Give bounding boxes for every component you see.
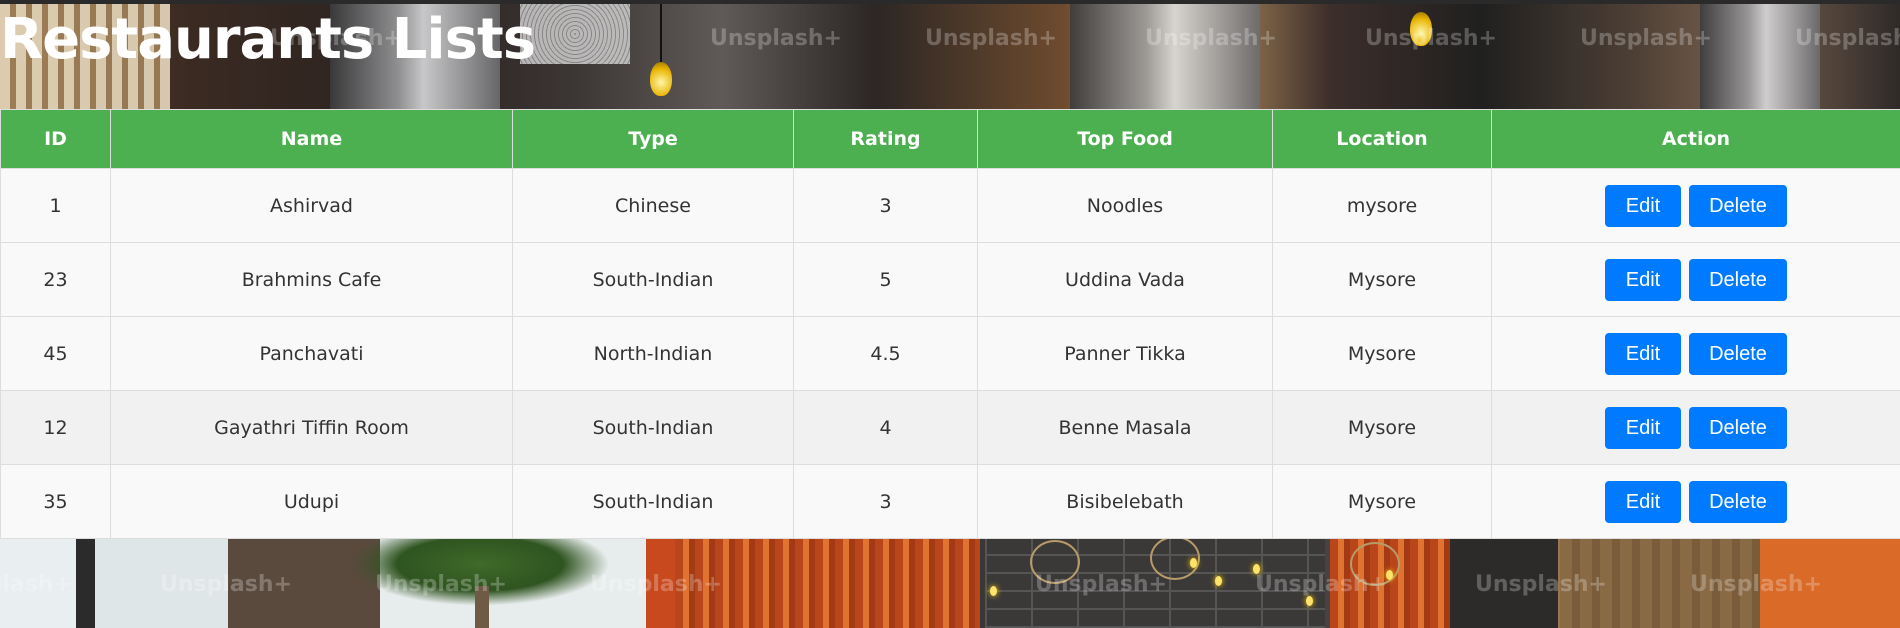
- cell-id: 45: [0, 316, 111, 391]
- table-row: 35 Udupi South-Indian 3 Bisibelebath Mys…: [0, 464, 1900, 539]
- watermark: Unsplash+: [925, 26, 1057, 51]
- column-header-id: ID: [0, 109, 111, 169]
- table-row: 45 Panchavati North-Indian 4.5 Panner Ti…: [0, 316, 1900, 391]
- cell-top-food: Bisibelebath: [977, 464, 1273, 539]
- cell-name: Ashirvad: [110, 168, 513, 243]
- watermark: Unsplash+: [1365, 26, 1497, 51]
- edit-button[interactable]: Edit: [1605, 184, 1681, 227]
- cell-name: Udupi: [110, 464, 513, 539]
- cell-id: 23: [0, 242, 111, 317]
- cell-id: 35: [0, 464, 111, 539]
- cell-rating: 5: [793, 242, 978, 317]
- table-row: 23 Brahmins Cafe South-Indian 5 Uddina V…: [0, 242, 1900, 317]
- cell-type: South-Indian: [512, 464, 794, 539]
- delete-button[interactable]: Delete: [1689, 480, 1787, 523]
- watermark: Unsplash+: [0, 572, 72, 597]
- watermark: Unsplash+: [1580, 26, 1712, 51]
- watermark: Unsplash+: [375, 572, 507, 597]
- table-header: ID Name Type Rating Top Food Location Ac…: [0, 109, 1900, 169]
- cell-top-food: Uddina Vada: [977, 242, 1273, 317]
- cell-type: South-Indian: [512, 242, 794, 317]
- delete-button[interactable]: Delete: [1689, 406, 1787, 449]
- column-header-location: Location: [1272, 109, 1492, 169]
- watermark: Unsplash+: [710, 26, 842, 51]
- cell-rating: 3: [793, 464, 978, 539]
- delete-button[interactable]: Delete: [1689, 184, 1787, 227]
- cell-id: 1: [0, 168, 111, 243]
- watermark: Unsplash+: [1475, 572, 1607, 597]
- watermark: Unsplash+: [1255, 572, 1387, 597]
- cell-type: South-Indian: [512, 390, 794, 465]
- watermark: Unsplash+: [1145, 26, 1277, 51]
- edit-button[interactable]: Edit: [1605, 406, 1681, 449]
- cell-top-food: Panner Tikka: [977, 316, 1273, 391]
- cell-top-food: Noodles: [977, 168, 1273, 243]
- cell-type: North-Indian: [512, 316, 794, 391]
- cell-name: Gayathri Tiffin Room: [110, 390, 513, 465]
- watermark: Unsplash+: [1795, 26, 1900, 51]
- edit-button[interactable]: Edit: [1605, 258, 1681, 301]
- watermark: Unsplash+: [1690, 572, 1822, 597]
- cell-location: Mysore: [1272, 464, 1492, 539]
- cell-location: Mysore: [1272, 390, 1492, 465]
- cell-name: Brahmins Cafe: [110, 242, 513, 317]
- restaurants-table: ID Name Type Rating Top Food Location Ac…: [0, 109, 1900, 539]
- cell-rating: 3: [793, 168, 978, 243]
- cell-action: Edit Delete: [1491, 464, 1900, 539]
- cell-rating: 4: [793, 390, 978, 465]
- edit-button[interactable]: Edit: [1605, 480, 1681, 523]
- cell-id: 12: [0, 390, 111, 465]
- edit-button[interactable]: Edit: [1605, 332, 1681, 375]
- table-body: 1 Ashirvad Chinese 3 Noodles mysore Edit…: [0, 168, 1900, 539]
- cell-type: Chinese: [512, 168, 794, 243]
- delete-button[interactable]: Delete: [1689, 332, 1787, 375]
- restaurants-table-container: ID Name Type Rating Top Food Location Ac…: [0, 109, 1900, 539]
- column-header-action: Action: [1491, 109, 1900, 169]
- cell-action: Edit Delete: [1491, 390, 1900, 465]
- page-title: Restaurants Lists: [0, 7, 536, 72]
- cell-top-food: Benne Masala: [977, 390, 1273, 465]
- table-header-row: ID Name Type Rating Top Food Location Ac…: [0, 109, 1900, 169]
- column-header-rating: Rating: [793, 109, 978, 169]
- delete-button[interactable]: Delete: [1689, 258, 1787, 301]
- watermark: Unsplash+: [590, 572, 722, 597]
- watermark: Unsplash+: [1035, 572, 1167, 597]
- table-row: 1 Ashirvad Chinese 3 Noodles mysore Edit…: [0, 168, 1900, 243]
- table-row: 12 Gayathri Tiffin Room South-Indian 4 B…: [0, 390, 1900, 465]
- cell-action: Edit Delete: [1491, 168, 1900, 243]
- cell-location: Mysore: [1272, 242, 1492, 317]
- cell-rating: 4.5: [793, 316, 978, 391]
- cell-action: Edit Delete: [1491, 316, 1900, 391]
- watermark: Unsplash+: [160, 572, 292, 597]
- column-header-top-food: Top Food: [977, 109, 1273, 169]
- cell-location: Mysore: [1272, 316, 1492, 391]
- column-header-name: Name: [110, 109, 513, 169]
- cell-action: Edit Delete: [1491, 242, 1900, 317]
- column-header-type: Type: [512, 109, 794, 169]
- cell-name: Panchavati: [110, 316, 513, 391]
- cell-location: mysore: [1272, 168, 1492, 243]
